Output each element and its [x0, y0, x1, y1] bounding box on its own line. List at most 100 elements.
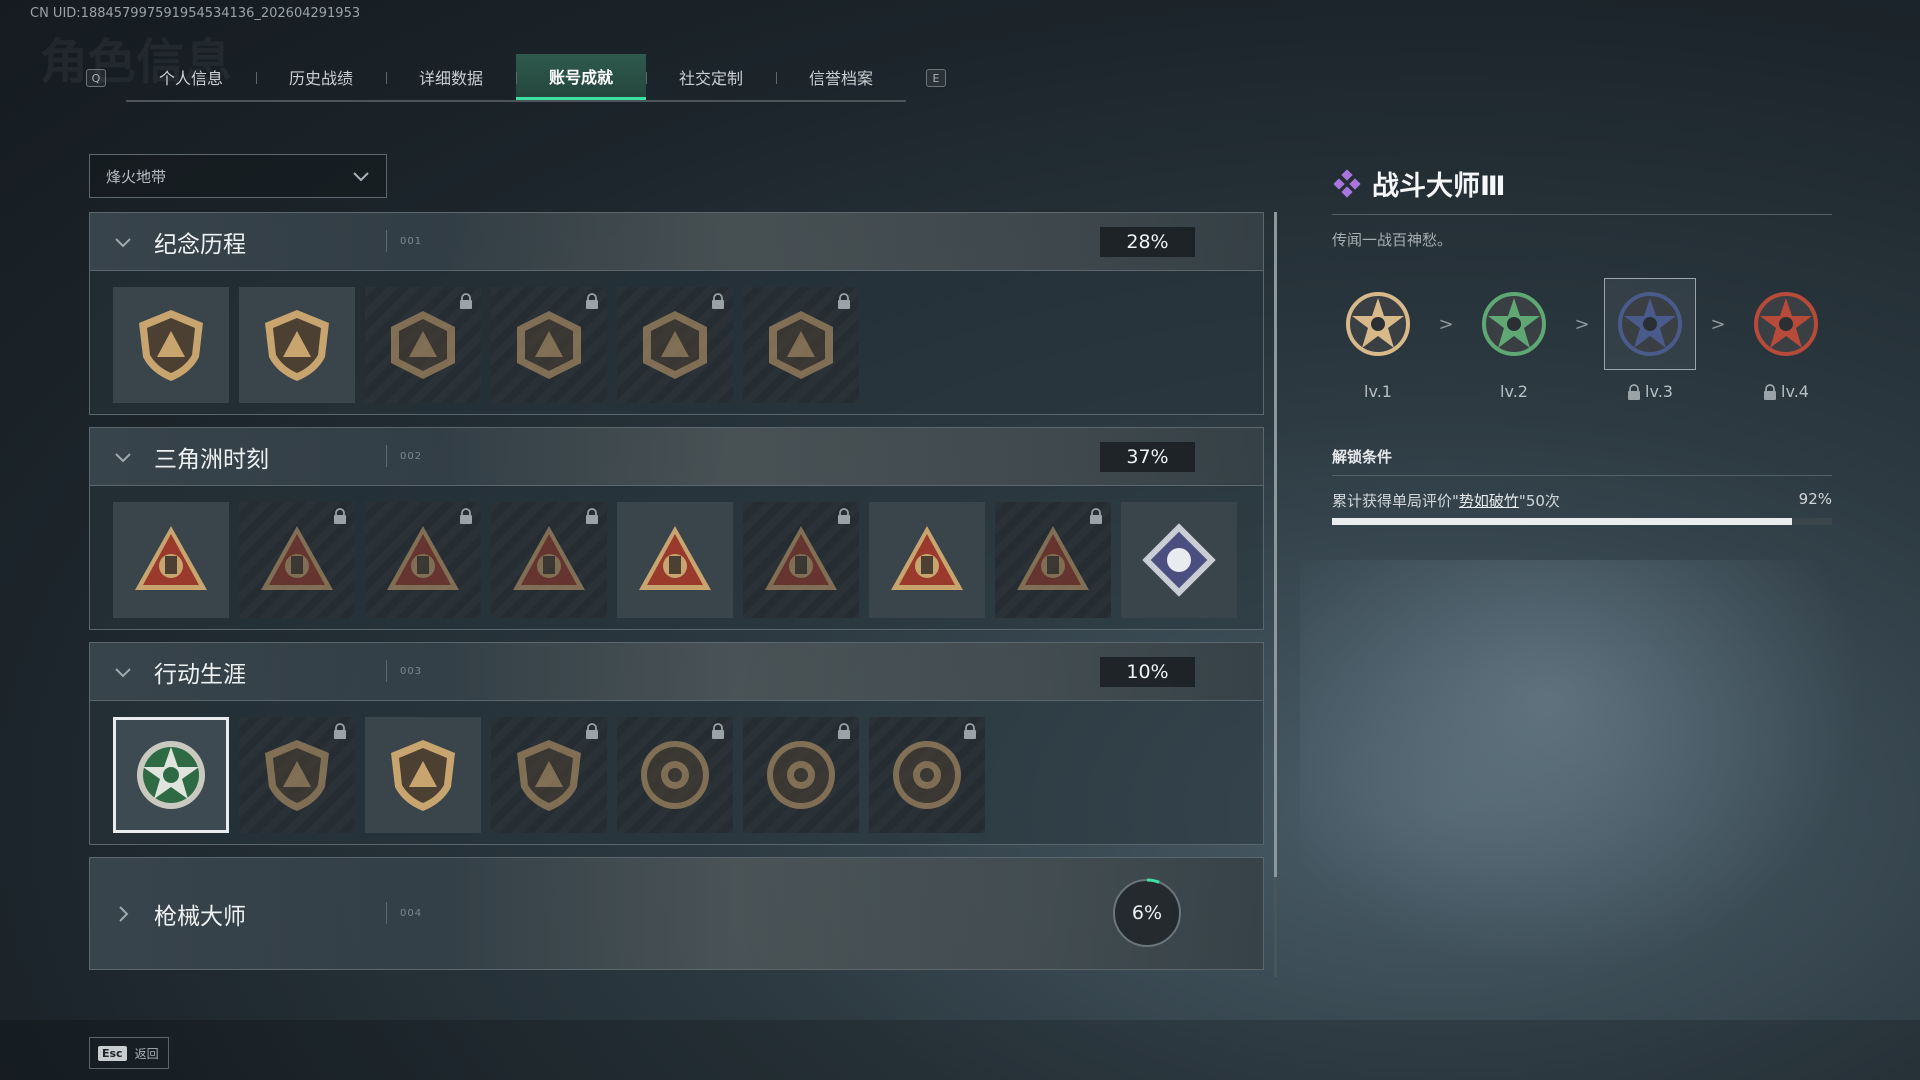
achievement-badge[interactable]	[617, 717, 733, 833]
chevron-down-icon[interactable]	[112, 231, 134, 253]
achievement-badge[interactable]	[491, 287, 607, 403]
section-title: 纪念历程	[154, 231, 246, 258]
level-icon-box	[1740, 278, 1832, 370]
esc-key-icon: Esc	[98, 1045, 127, 1061]
level-label: lv.4	[1781, 382, 1809, 401]
tab-list: 个人信息 历史战绩 详细数据 账号成就 社交定制 信誉档案	[126, 54, 906, 102]
lock-icon	[838, 508, 850, 524]
diamond-fist-badge-icon	[1142, 523, 1216, 597]
storm-background	[1300, 560, 1920, 1020]
uid-label: CN UID:188457997591954534136_20260429195…	[30, 6, 361, 21]
helicopter-shield-badge-icon	[265, 310, 329, 381]
tab-6[interactable]: 信誉档案	[776, 54, 906, 100]
tab-5[interactable]: 社交定制	[646, 54, 776, 100]
achievement-badge[interactable]	[365, 287, 481, 403]
badge-row	[90, 486, 1263, 618]
level-icon-box	[1604, 278, 1696, 370]
achievement-badge[interactable]	[869, 717, 985, 833]
level-label-row: lv.1	[1364, 382, 1392, 401]
lock-icon	[460, 508, 472, 524]
achievement-badge[interactable]	[239, 502, 355, 618]
scrollbar-thumb[interactable]	[1274, 212, 1277, 877]
achievement-badge[interactable]	[1121, 502, 1237, 618]
section-header[interactable]: 行动生涯 003 10%	[90, 643, 1263, 701]
section-percent: 37%	[1100, 442, 1195, 472]
lock-icon	[1628, 383, 1641, 400]
detail-title: 战斗大师Ⅲ	[1372, 171, 1506, 202]
achievement-badge[interactable]	[113, 502, 229, 618]
achievement-badge[interactable]	[743, 717, 859, 833]
section-header[interactable]: 纪念历程 001 28%	[90, 213, 1263, 271]
achievement-badge[interactable]	[743, 502, 859, 618]
rank-star-emblem-icon	[1482, 292, 1546, 356]
level-item[interactable]: lv.4	[1740, 278, 1832, 401]
achievement-badge[interactable]	[113, 287, 229, 403]
hex-emblem-badge-icon	[391, 311, 455, 379]
chevron-down-icon[interactable]	[112, 661, 134, 683]
rank-star-emblem-icon	[1754, 292, 1818, 356]
triangle-shield-badge-icon	[139, 310, 203, 381]
achievement-badge[interactable]	[239, 717, 355, 833]
achievement-section: 三角洲时刻 002 37%	[89, 427, 1264, 630]
condition-highlight-link[interactable]: 势如破竹	[1459, 492, 1519, 510]
chevron-right-icon[interactable]	[112, 903, 134, 925]
red-triangle-squad-badge-icon	[639, 526, 711, 590]
section-code: 004	[385, 902, 423, 924]
top-tab-bar: Q 个人信息 历史战绩 详细数据 账号成就 社交定制 信誉档案 E	[86, 54, 946, 102]
red-triangle-vest-badge-icon	[261, 526, 333, 590]
divider	[1332, 214, 1832, 215]
chevron-down-icon[interactable]	[112, 446, 134, 468]
achievement-badge[interactable]	[995, 502, 1111, 618]
tab-1[interactable]: 个人信息	[126, 54, 256, 100]
lock-icon	[334, 508, 346, 524]
level-icon-box	[1468, 278, 1560, 370]
lock-icon	[586, 723, 598, 739]
scrollbar[interactable]	[1274, 212, 1277, 977]
tab-3[interactable]: 详细数据	[386, 54, 516, 100]
round-helmet-badge-icon	[641, 741, 709, 809]
achievement-badge[interactable]	[617, 502, 733, 618]
red-triangle-sniper-badge-icon	[765, 526, 837, 590]
achievement-badge[interactable]	[239, 287, 355, 403]
section-header[interactable]: 三角洲时刻 002 37%	[90, 428, 1263, 486]
achievement-badge[interactable]	[617, 287, 733, 403]
achievement-badge[interactable]	[113, 717, 229, 833]
unlock-condition: 累计获得单局评价"势如破竹"50次 92%	[1332, 490, 1832, 510]
lock-icon	[460, 293, 472, 309]
tab-4[interactable]: 账号成就	[516, 54, 646, 100]
mode-dropdown[interactable]: 烽火地带	[89, 154, 387, 198]
diamond-cluster-icon	[1333, 168, 1361, 198]
level-item[interactable]: lv.3	[1604, 278, 1696, 401]
red-triangle-fish-badge-icon	[1017, 526, 1089, 590]
condition-progress-bar	[1332, 518, 1832, 525]
achievement-badge[interactable]	[365, 502, 481, 618]
section-percent: 28%	[1100, 227, 1195, 257]
condition-percent: 92%	[1798, 490, 1832, 508]
lock-icon	[712, 723, 724, 739]
back-button[interactable]: Esc 返回	[89, 1037, 169, 1069]
level-item[interactable]: lv.1	[1332, 278, 1424, 401]
level-arrow: >	[1710, 314, 1726, 335]
divider	[1332, 475, 1832, 476]
section-header[interactable]: 枪械大师 004 6%	[90, 858, 1263, 969]
level-item[interactable]: lv.2	[1468, 278, 1560, 401]
achievement-badge[interactable]	[491, 717, 607, 833]
level-label-row: lv.2	[1500, 382, 1528, 401]
rank-star-emblem-icon	[1346, 292, 1410, 356]
round-crosshair-badge-icon	[767, 741, 835, 809]
red-triangle-flashdrive-badge-icon	[135, 526, 207, 590]
level-label: lv.1	[1364, 382, 1392, 401]
achievement-badge[interactable]	[491, 502, 607, 618]
red-triangle-soldier-badge-icon	[387, 526, 459, 590]
tab-2[interactable]: 历史战绩	[256, 54, 386, 100]
achievement-badge[interactable]	[365, 717, 481, 833]
rank-star-emblem-icon	[1618, 292, 1682, 356]
key-hint-q[interactable]: Q	[86, 69, 106, 87]
section-percent: 10%	[1100, 657, 1195, 687]
shield-vest-badge-icon	[265, 740, 329, 811]
level-progression: lv.1 > lv.2 > lv.3 > lv.4	[1332, 278, 1832, 401]
key-hint-e[interactable]: E	[926, 69, 946, 87]
achievement-badge[interactable]	[743, 287, 859, 403]
achievement-badge[interactable]	[869, 502, 985, 618]
section-code: 003	[385, 660, 423, 682]
